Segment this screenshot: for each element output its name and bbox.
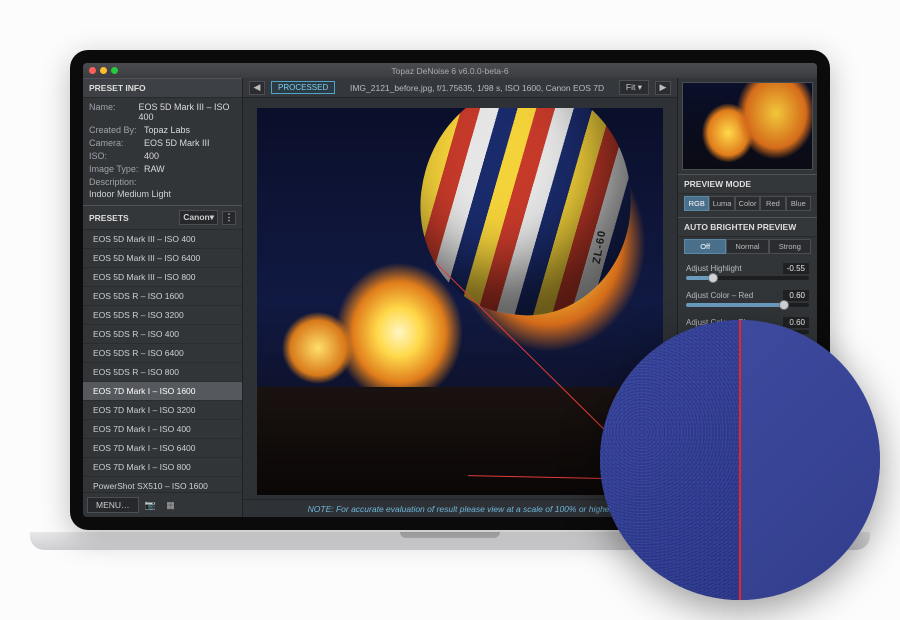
presets-header: PRESETS Canon ▾ ⋮ [83,205,242,230]
menu-button[interactable]: MENU… [87,497,139,513]
fit-button[interactable]: Fit ▾ [619,80,649,95]
info-key: Name: [89,102,138,122]
info-value: RAW [144,164,165,174]
window-title: Topaz DeNoise 6 v6.0.0-beta-6 [83,66,817,76]
preset-info-header: PRESET INFO [83,78,242,98]
info-value: 400 [144,151,159,161]
presets-header-label: PRESETS [89,213,129,223]
sidebar-footer: MENU… 📷 ▦ [83,492,242,517]
file-info: IMG_2121_before.jpg, f/1.75635, 1/98 s, … [341,83,613,93]
info-key: ISO: [89,151,144,161]
navigator-thumbnail[interactable] [682,82,813,170]
param-value[interactable]: -0.55 [783,263,809,274]
preset-item[interactable]: EOS 5D Mark III – ISO 800 [83,268,242,287]
segment-off[interactable]: Off [684,239,726,254]
preset-item[interactable]: EOS 5DS R – ISO 6400 [83,344,242,363]
preset-item[interactable]: EOS 5D Mark III – ISO 6400 [83,249,242,268]
preset-item[interactable]: EOS 5DS R – ISO 800 [83,363,242,382]
zoom-compare-circle [600,320,880,600]
preset-item[interactable]: EOS 7D Mark I – ISO 800 [83,458,242,477]
processed-badge[interactable]: PROCESSED [271,81,335,94]
preset-item[interactable]: EOS 5DS R – ISO 3200 [83,306,242,325]
segment-luma[interactable]: Luma [709,196,734,211]
preset-item[interactable]: EOS 7D Mark I – ISO 1600 [83,382,242,401]
slider-track[interactable] [686,303,809,307]
grid-icon[interactable]: ▦ [163,497,179,513]
param-label: Adjust Color – Red [686,291,753,300]
info-value: EOS 5D Mark III [144,138,210,148]
segment-blue[interactable]: Blue [786,196,811,211]
info-key: Camera: [89,138,144,148]
info-key: Created By: [89,125,144,135]
slider-track[interactable] [686,276,809,280]
segment-strong[interactable]: Strong [769,239,811,254]
preset-item[interactable]: PowerShot SX510 – ISO 1600 [83,477,242,492]
preset-item[interactable]: EOS 7D Mark I – ISO 3200 [83,401,242,420]
segment-normal[interactable]: Normal [726,239,768,254]
preset-item[interactable]: EOS 7D Mark I – ISO 6400 [83,439,242,458]
info-key: Image Type: [89,164,144,174]
preset-item[interactable]: EOS 5D Mark III – ISO 400 [83,230,242,249]
info-value: Topaz Labs [144,125,190,135]
preset-info-panel: Name:EOS 5D Mark III – ISO 400 Created By… [83,98,242,205]
param-value[interactable]: 0.60 [783,290,809,301]
presets-options-icon[interactable]: ⋮ [222,211,236,225]
segment-color[interactable]: Color [735,196,760,211]
mac-titlebar: Topaz DeNoise 6 v6.0.0-beta-6 [83,63,817,78]
preview-mode-header: PREVIEW MODE [678,174,817,194]
viewer-toolbar: ◀ PROCESSED IMG_2121_before.jpg, f/1.756… [243,78,677,98]
segment-red[interactable]: Red [760,196,785,211]
nav-next-button[interactable]: ▶ [655,81,671,95]
presets-filter-select[interactable]: Canon ▾ [179,210,218,225]
zoom-divider [739,320,741,600]
preset-item[interactable]: EOS 5DS R – ISO 400 [83,325,242,344]
preset-info-desc-label: Description: [89,177,236,187]
chevron-down-icon: ▾ [210,212,214,223]
slider-thumb[interactable] [708,273,718,283]
preset-item[interactable]: EOS 5DS R – ISO 1600 [83,287,242,306]
preset-list[interactable]: EOS 5D Mark III – ISO 400EOS 5D Mark III… [83,230,242,492]
sidebar-left: PRESET INFO Name:EOS 5D Mark III – ISO 4… [83,78,243,517]
preview-mode-segments[interactable]: RGBLumaColorRedBlue [684,196,811,211]
info-value: EOS 5D Mark III – ISO 400 [138,102,236,122]
slider-thumb[interactable] [779,300,789,310]
snapshot-icon[interactable]: 📷 [143,497,159,513]
nav-prev-button[interactable]: ◀ [249,81,265,95]
param-row: Adjust Highlight -0.55 [678,260,817,287]
auto-brighten-segments[interactable]: OffNormalStrong [684,239,811,254]
zoom-after-half [740,320,880,600]
zoom-before-half [600,320,740,600]
auto-brighten-header: AUTO BRIGHTEN PREVIEW [678,217,817,237]
preset-info-desc-value: Indoor Medium Light [89,189,236,199]
param-label: Adjust Highlight [686,264,742,273]
segment-rgb[interactable]: RGB [684,196,709,211]
param-row: Adjust Color – Red 0.60 [678,287,817,314]
preset-item[interactable]: EOS 7D Mark I – ISO 400 [83,420,242,439]
